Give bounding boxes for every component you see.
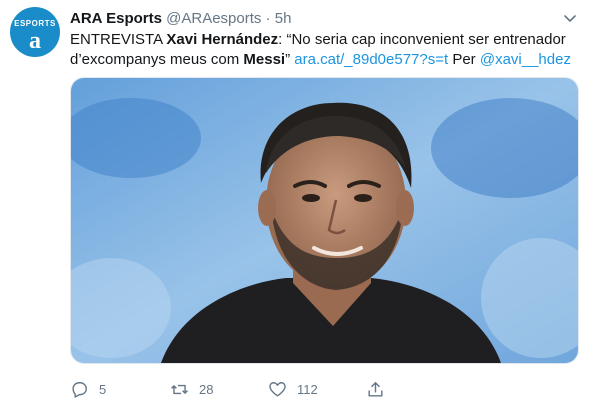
tweet-header: ARA Esports @ARAesports · 5h: [70, 9, 291, 29]
reply-icon: [72, 381, 87, 398]
tweet-text-segment: Per: [448, 51, 480, 68]
tweet-text-segment: ENTREVISTA: [70, 31, 167, 48]
author-name[interactable]: ARA Esports: [70, 10, 162, 27]
mention-link[interactable]: @xavi__hdez: [480, 51, 571, 68]
tweet-text-segment: ”: [285, 51, 295, 68]
reply-count: 5: [99, 381, 107, 397]
chevron-down-icon[interactable]: [562, 10, 578, 26]
tweet-photo[interactable]: [70, 77, 579, 364]
header-separator: ·: [265, 10, 271, 27]
article-link[interactable]: ara.cat/_89d0e577?s=t: [294, 51, 448, 68]
tweet-text-bold: Xavi Hernández: [166, 31, 279, 48]
tweet-actions: 5 28 112: [70, 378, 585, 400]
avatar-logo-mark: a: [29, 28, 41, 54]
heart-icon: [269, 381, 286, 397]
tweet-card[interactable]: ESPORTS a ARA Esports @ARAesports · 5h E…: [0, 0, 593, 410]
tweet-text: ENTREVISTA Xavi Hernández: “No seria cap…: [70, 30, 585, 70]
like-count: 112: [297, 381, 318, 397]
avatar-brand-text: ESPORTS: [14, 19, 56, 28]
share-icon: [368, 381, 383, 397]
reply-button[interactable]: 5: [70, 378, 106, 400]
tweet-timestamp[interactable]: 5h: [275, 10, 292, 27]
share-button[interactable]: [366, 378, 395, 400]
retweet-count: 28: [199, 381, 214, 397]
retweet-icon: [171, 384, 188, 394]
avatar[interactable]: ESPORTS a: [10, 7, 60, 57]
tweet-text-bold: Messi: [243, 51, 286, 68]
like-button[interactable]: 112: [268, 378, 318, 400]
author-handle[interactable]: @ARAesports: [166, 10, 261, 27]
retweet-button[interactable]: 28: [170, 378, 213, 400]
